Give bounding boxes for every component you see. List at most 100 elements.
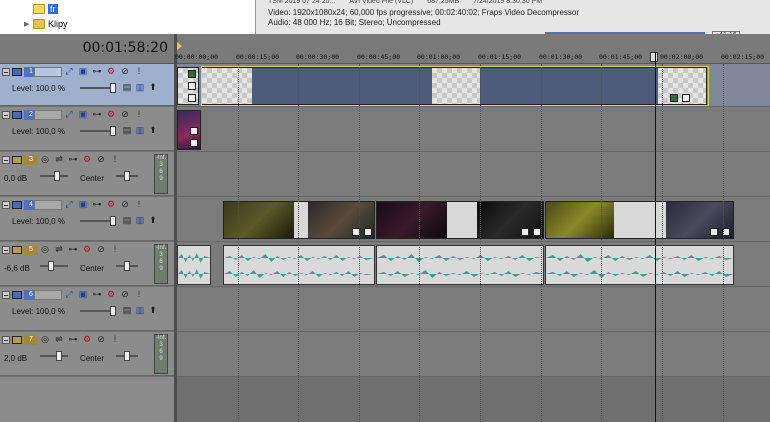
track-motion-icon[interactable]: ▥	[135, 125, 145, 135]
arrow-up-icon[interactable]: ⬆	[148, 125, 158, 135]
pan-slider[interactable]	[116, 171, 138, 181]
mute-icon[interactable]: ⊘	[96, 334, 106, 344]
fx-gear-icon[interactable]: ⚙	[106, 109, 116, 119]
minus-icon[interactable]	[2, 156, 10, 164]
fx-gear-icon[interactable]: ⚙	[82, 244, 92, 254]
arrow-up-icon[interactable]: ⬆	[148, 82, 158, 92]
video-clip[interactable]	[177, 67, 199, 105]
track-name-field[interactable]	[34, 200, 62, 210]
minus-icon[interactable]	[2, 111, 10, 119]
composite-icon[interactable]: ▣	[78, 289, 88, 299]
track-header-1[interactable]: 1 ⤢ ▣ ⊶ ⚙ ⊘ ! Level: 100,0 % ▤ ▥ ⬆	[0, 64, 174, 106]
compositing-mode-icon[interactable]: ▤	[122, 215, 132, 225]
level-slider[interactable]	[80, 216, 116, 226]
track-list-empty-area[interactable]	[0, 377, 174, 422]
record-icon[interactable]: ◎	[40, 244, 50, 254]
track-lane-1[interactable]	[177, 64, 770, 107]
automation-icon[interactable]: ⊶	[68, 244, 78, 254]
motion-icon[interactable]: ⤢	[64, 199, 74, 209]
fx-gear-icon[interactable]: ⚙	[106, 289, 116, 299]
mute-icon[interactable]: ⊘	[96, 154, 106, 164]
fx-gear-icon[interactable]: ⚙	[82, 334, 92, 344]
record-icon[interactable]: ◎	[40, 334, 50, 344]
mute-icon[interactable]: ⊘	[120, 289, 130, 299]
clip-fx-icon[interactable]	[364, 228, 372, 236]
fx-gear-icon[interactable]: ⚙	[106, 199, 116, 209]
automation-icon[interactable]: ⊶	[92, 66, 102, 76]
pan-slider[interactable]	[116, 351, 138, 361]
track-lane-4[interactable]	[177, 197, 770, 242]
track-lane-5[interactable]	[177, 242, 770, 287]
slider-knob[interactable]	[56, 351, 62, 361]
time-ruler[interactable]: 00:00:00;00 00:00:15;00 00:00:30;00 00:0…	[175, 34, 770, 64]
composite-icon[interactable]: ▣	[78, 109, 88, 119]
file-list-row[interactable]: TSM 2019 07 24 20... AVI Video File (VLC…	[268, 0, 770, 8]
level-slider[interactable]	[80, 126, 116, 136]
track-lane-2[interactable]	[177, 107, 770, 152]
arrow-up-icon[interactable]: ⬆	[148, 305, 158, 315]
playhead-handle[interactable]	[650, 52, 658, 62]
track-header-4[interactable]: 4 ⤢ ▣ ⊶ ⚙ ⊘ ! Level: 100,0 % ▤ ▥ ⬆	[0, 197, 174, 241]
solo-icon[interactable]: !	[110, 154, 120, 164]
timeline-empty-area[interactable]	[177, 377, 770, 422]
audio-clip[interactable]	[177, 245, 211, 285]
playhead-line[interactable]	[655, 52, 656, 422]
clip-fx-icon[interactable]	[188, 70, 196, 78]
minus-icon[interactable]	[2, 291, 10, 299]
tree-item-klipy[interactable]: ▶ Klipy	[24, 17, 68, 31]
minus-icon[interactable]	[2, 68, 10, 76]
compositing-mode-icon[interactable]: ▤	[122, 305, 132, 315]
slider-knob[interactable]	[124, 261, 130, 271]
slider-knob[interactable]	[124, 351, 130, 361]
solo-icon[interactable]: !	[110, 334, 120, 344]
composite-icon[interactable]: ▣	[78, 199, 88, 209]
track-motion-icon[interactable]: ▥	[135, 82, 145, 92]
compositing-mode-icon[interactable]: ▤	[122, 82, 132, 92]
volume-slider[interactable]	[40, 261, 68, 271]
automation-icon[interactable]: ⊶	[92, 289, 102, 299]
track-name-field[interactable]	[34, 290, 62, 300]
clip-pan-crop-icon[interactable]	[521, 228, 529, 236]
input-icon[interactable]: ⇌	[54, 154, 64, 164]
solo-icon[interactable]: !	[134, 109, 144, 119]
track-header-3[interactable]: 3 ◎ ⇌ ⊶ ⚙ ⊘ ! 0,0 dB Center -Inf. 3 6 9	[0, 152, 174, 196]
clip-fx-icon[interactable]	[722, 228, 730, 236]
loop-start-marker[interactable]	[177, 42, 182, 50]
track-name-field[interactable]	[34, 110, 62, 120]
clip-fx-icon[interactable]	[533, 228, 541, 236]
automation-icon[interactable]: ⊶	[92, 109, 102, 119]
level-slider[interactable]	[80, 306, 116, 316]
pan-slider[interactable]	[116, 261, 138, 271]
slider-knob[interactable]	[124, 171, 130, 181]
expand-arrow-icon[interactable]: ▶	[24, 20, 30, 28]
cursor-timecode[interactable]: 00:01:58:20	[83, 40, 168, 56]
motion-icon[interactable]: ⤢	[64, 109, 74, 119]
motion-icon[interactable]: ⤢	[64, 289, 74, 299]
clip-pan-crop-icon[interactable]	[352, 228, 360, 236]
mute-icon[interactable]: ⊘	[120, 199, 130, 209]
automation-icon[interactable]: ⊶	[92, 199, 102, 209]
video-clip[interactable]	[177, 110, 201, 150]
slider-knob[interactable]	[48, 261, 54, 271]
audio-clip[interactable]	[223, 245, 375, 285]
audio-clip[interactable]	[545, 245, 734, 285]
solo-icon[interactable]: !	[110, 244, 120, 254]
slider-knob[interactable]	[110, 126, 116, 136]
track-lane-3[interactable]	[177, 152, 770, 197]
minus-icon[interactable]	[2, 336, 10, 344]
volume-slider[interactable]	[40, 351, 68, 361]
fx-gear-icon[interactable]: ⚙	[106, 66, 116, 76]
track-lane-7[interactable]	[177, 332, 770, 377]
clip-pan-crop-icon[interactable]	[190, 127, 198, 135]
input-icon[interactable]: ⇌	[54, 244, 64, 254]
minus-icon[interactable]	[2, 246, 10, 254]
clip-pan-crop-icon[interactable]	[188, 82, 196, 90]
composite-icon[interactable]: ▣	[78, 66, 88, 76]
track-header-6[interactable]: 6 ⤢ ▣ ⊶ ⚙ ⊘ ! Level: 100,0 % ▤ ▥ ⬆	[0, 287, 174, 331]
solo-icon[interactable]: !	[134, 199, 144, 209]
track-motion-icon[interactable]: ▥	[135, 215, 145, 225]
clip-crop-icon[interactable]	[188, 94, 196, 102]
mute-icon[interactable]: ⊘	[120, 66, 130, 76]
solo-icon[interactable]: !	[134, 66, 144, 76]
minus-icon[interactable]	[2, 201, 10, 209]
